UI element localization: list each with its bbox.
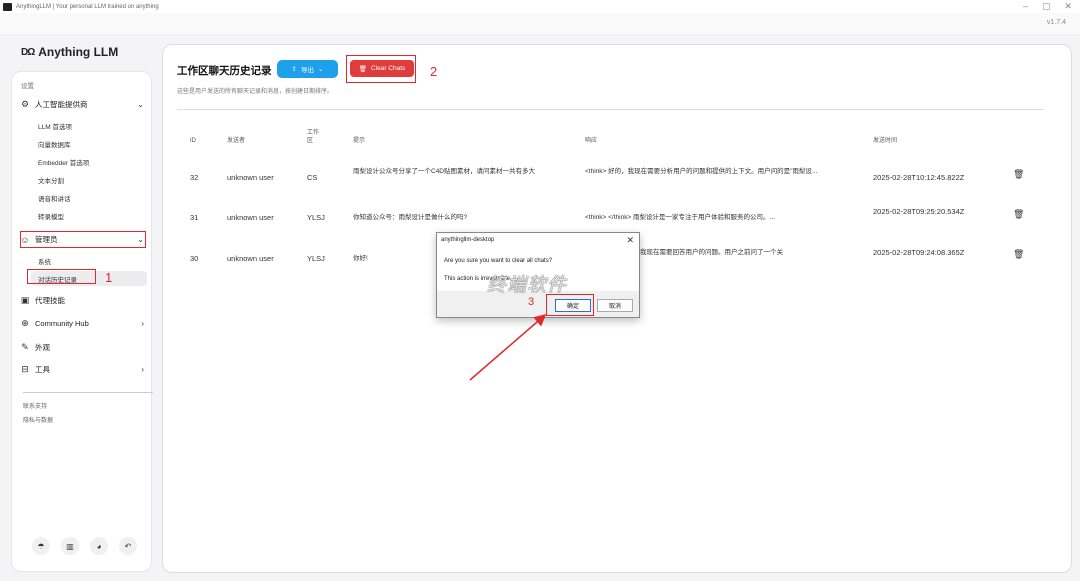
- annotation-arrow: [469, 314, 547, 381]
